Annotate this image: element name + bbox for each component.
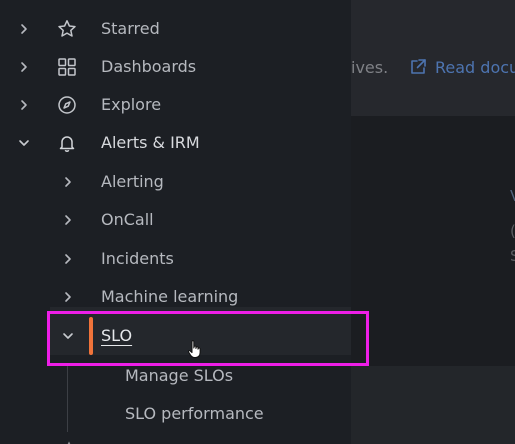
nav-item-label: SLO performance <box>125 404 264 423</box>
nav-item-alerts-irm[interactable]: Alerts & IRM <box>0 124 351 162</box>
nav-item-slo-performance[interactable]: SLO performance <box>0 404 351 442</box>
read-docs-link[interactable]: Read docu <box>435 58 515 78</box>
nav-item-label: Incidents <box>101 249 174 268</box>
chevron-right-icon[interactable] <box>17 98 31 112</box>
truncated-text: V <box>510 186 515 206</box>
nav-item-label: Starred <box>101 19 160 38</box>
nav-item-label: Alerts & IRM <box>101 133 200 152</box>
compass-icon <box>57 95 77 115</box>
nav-item-starred[interactable]: Starred <box>0 10 351 48</box>
nav-item-manage-slos[interactable]: Manage SLOs <box>0 366 351 404</box>
nav-item-label: Manage SLOs <box>125 366 234 385</box>
nav-item-oncall[interactable]: OnCall <box>0 201 351 239</box>
external-link-icon[interactable] <box>409 58 427 76</box>
partial-nav-icon <box>61 436 77 444</box>
nav-item-label: Machine learning <box>101 287 239 306</box>
navigation-sidebar: Starred Dashboards Explore Alerts & IRM … <box>0 0 351 444</box>
truncated-text: ( <box>510 221 515 241</box>
hand-pointer-icon <box>186 339 204 359</box>
nav-item-label: Explore <box>101 95 162 114</box>
nav-item-label: Alerting <box>101 172 164 191</box>
chevron-right-icon[interactable] <box>61 290 75 304</box>
chevron-down-icon[interactable] <box>61 329 75 343</box>
nav-item-dashboards[interactable]: Dashboards <box>0 48 351 86</box>
nav-item-label: Dashboards <box>101 57 197 76</box>
nav-item-incidents[interactable]: Incidents <box>0 240 351 278</box>
dashboards-grid-icon <box>57 57 77 77</box>
chevron-right-icon[interactable] <box>61 252 75 266</box>
nav-item-alerting[interactable]: Alerting <box>0 163 351 201</box>
content-panel <box>351 116 515 366</box>
nav-item-explore[interactable]: Explore <box>0 86 351 124</box>
bell-icon <box>57 133 77 153</box>
chevron-right-icon[interactable] <box>61 175 75 189</box>
chevron-right-icon[interactable] <box>61 213 75 227</box>
active-indicator <box>89 317 93 355</box>
bottom-panel <box>351 366 515 444</box>
nav-item-label: SLO <box>101 326 133 345</box>
truncated-text: S <box>510 247 515 265</box>
chevron-right-icon[interactable] <box>17 22 31 36</box>
chevron-right-icon[interactable] <box>17 60 31 74</box>
nav-item-label: OnCall <box>101 210 154 229</box>
star-icon <box>57 19 77 39</box>
description-text-fragment: ives. <box>351 58 389 77</box>
main-content-overlay: ives. Read docu V ( S <box>351 0 515 444</box>
chevron-down-icon[interactable] <box>17 136 31 150</box>
